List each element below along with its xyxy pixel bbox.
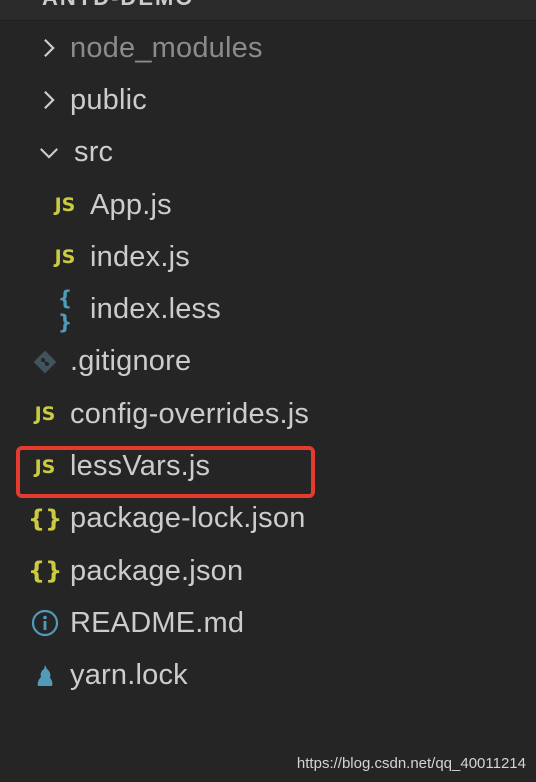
yarn-icon xyxy=(28,662,62,690)
chevron-down-icon xyxy=(40,147,58,159)
js-file-icon: JS xyxy=(34,455,56,478)
folder-src[interactable]: src xyxy=(0,127,536,179)
file-label: index.less xyxy=(90,293,221,326)
file-label: package-lock.json xyxy=(70,502,306,535)
project-title: ANTD-DEMO xyxy=(42,0,194,11)
file-label: README.md xyxy=(70,606,245,639)
js-file-icon: JS xyxy=(34,403,56,426)
file-yarn-lock[interactable]: yarn.lock xyxy=(0,650,536,702)
info-icon xyxy=(28,609,62,637)
folder-label: public xyxy=(70,83,147,116)
file-app-js[interactable]: JS App.js xyxy=(0,179,536,231)
chevron-right-icon xyxy=(44,39,55,58)
git-icon xyxy=(28,349,62,375)
file-index-less[interactable]: { } index.less xyxy=(0,283,536,335)
file-label: index.js xyxy=(90,240,190,273)
file-readme[interactable]: README.md xyxy=(0,597,536,649)
file-lessvars-js[interactable]: JS lessVars.js xyxy=(0,440,536,492)
file-label: yarn.lock xyxy=(70,659,188,692)
folder-node-modules[interactable]: node_modules xyxy=(0,22,536,74)
file-label: config-overrides.js xyxy=(70,397,310,430)
file-label: App.js xyxy=(90,188,172,221)
file-gitignore[interactable]: .gitignore xyxy=(0,336,536,388)
json-file-icon: {} xyxy=(28,557,63,586)
less-file-icon: { } xyxy=(57,285,73,334)
folder-label: node_modules xyxy=(70,31,263,64)
file-tree: node_modules public src JS App.js JS ind… xyxy=(0,22,536,702)
file-label: .gitignore xyxy=(70,345,192,378)
js-file-icon: JS xyxy=(54,194,76,217)
js-file-icon: JS xyxy=(54,246,76,269)
json-file-icon: {} xyxy=(28,504,63,533)
watermark-url: https://blog.csdn.net/qq_40011214 xyxy=(296,755,526,772)
file-config-overrides[interactable]: JS config-overrides.js xyxy=(0,388,536,440)
explorer-section-header[interactable]: ANTD-DEMO xyxy=(0,0,536,21)
file-package-lock-json[interactable]: {} package-lock.json xyxy=(0,493,536,545)
folder-label: src xyxy=(74,136,114,169)
folder-public[interactable]: public xyxy=(0,74,536,126)
file-label: package.json xyxy=(70,554,244,587)
chevron-right-icon xyxy=(44,91,55,110)
file-index-js[interactable]: JS index.js xyxy=(0,231,536,283)
file-label: lessVars.js xyxy=(70,450,211,483)
file-package-json[interactable]: {} package.json xyxy=(0,545,536,597)
